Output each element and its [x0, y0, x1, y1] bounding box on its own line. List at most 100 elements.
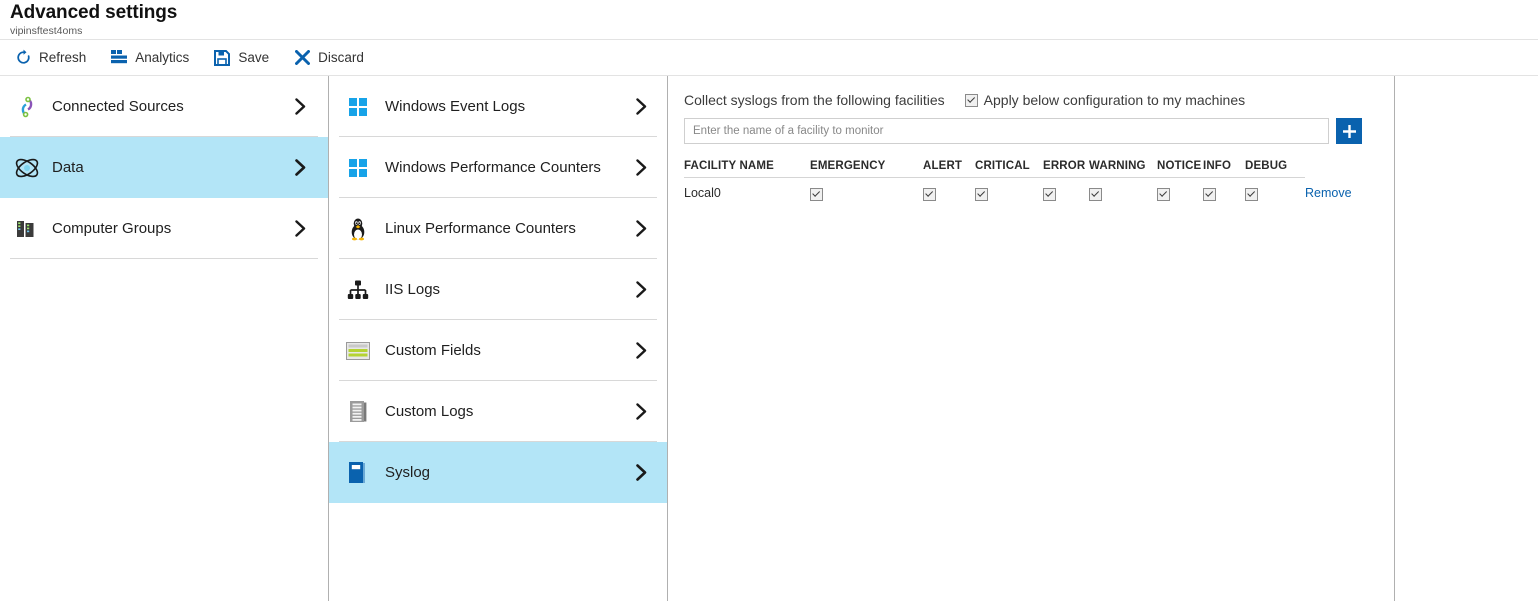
sidebar-item-label: Computer Groups: [52, 220, 295, 237]
chevron-right-icon: [295, 159, 306, 176]
level-cell-alert[interactable]: [923, 178, 975, 201]
facility-add-row: [684, 118, 1394, 144]
datasource-item-custom-fields[interactable]: Custom Fields: [329, 320, 667, 381]
sidebar-item-label: Connected Sources: [52, 98, 295, 115]
sidebar-item-computer-groups[interactable]: Computer Groups: [0, 198, 328, 259]
datasource-item-syslog[interactable]: Syslog: [329, 442, 667, 503]
datasource-item-label: Windows Event Logs: [385, 98, 636, 115]
sidebar-item-label: Data: [52, 159, 295, 176]
workspace-subtitle: vipinsftest4oms: [10, 25, 1538, 38]
level-cell-debug[interactable]: [1245, 178, 1305, 201]
analytics-label: Analytics: [135, 50, 189, 65]
datasource-item-linux-performance-counters[interactable]: Linux Performance Counters: [329, 198, 667, 259]
datasource-item-label: Syslog: [385, 464, 636, 481]
facility-name-cell: Local0: [684, 178, 810, 201]
analytics-button[interactable]: Analytics: [110, 44, 189, 72]
save-icon: [213, 49, 231, 67]
level-cell-warning[interactable]: [1089, 178, 1157, 201]
chevron-right-icon: [636, 98, 647, 115]
checkbox-icon[interactable]: [1043, 188, 1056, 201]
discard-icon: [293, 49, 311, 67]
level-cell-notice[interactable]: [1157, 178, 1203, 201]
column-header-actions: [1305, 160, 1384, 178]
datasource-item-windows-event-logs[interactable]: Windows Event Logs: [329, 76, 667, 137]
custom-logs-icon: [345, 399, 371, 425]
checkbox-icon[interactable]: [1157, 188, 1170, 201]
table-header-row: FACILITY NAME EMERGENCY ALERT CRITICAL E…: [684, 160, 1384, 178]
refresh-button[interactable]: Refresh: [14, 44, 86, 72]
checkbox-icon[interactable]: [965, 94, 978, 107]
sitemap-icon: [345, 277, 371, 303]
datasource-list: Windows Event Logs Windows Performance C…: [328, 76, 668, 601]
discard-label: Discard: [318, 50, 364, 65]
level-cell-critical[interactable]: [975, 178, 1043, 201]
computer-groups-icon: [14, 216, 40, 242]
custom-fields-icon: [345, 338, 371, 364]
discard-button[interactable]: Discard: [293, 44, 364, 72]
checkbox-icon[interactable]: [975, 188, 988, 201]
save-button[interactable]: Save: [213, 44, 269, 72]
checkbox-icon[interactable]: [1203, 188, 1216, 201]
level-cell-error[interactable]: [1043, 178, 1089, 201]
checkbox-icon[interactable]: [923, 188, 936, 201]
checkbox-icon[interactable]: [1089, 188, 1102, 201]
datasource-item-windows-performance-counters[interactable]: Windows Performance Counters: [329, 137, 667, 198]
chevron-right-icon: [636, 403, 647, 420]
chevron-right-icon: [636, 342, 647, 359]
windows-logo-icon: [345, 155, 371, 181]
column-header-alert: ALERT: [923, 160, 975, 178]
syslog-book-icon: [345, 460, 371, 486]
level-cell-emergency[interactable]: [810, 178, 923, 201]
facilities-table: FACILITY NAME EMERGENCY ALERT CRITICAL E…: [684, 160, 1384, 201]
divider: [10, 258, 318, 259]
windows-logo-icon: [345, 94, 371, 120]
datasource-item-label: Windows Performance Counters: [385, 159, 636, 176]
refresh-label: Refresh: [39, 50, 86, 65]
column-header-notice: NOTICE: [1157, 160, 1203, 178]
chevron-right-icon: [636, 281, 647, 298]
save-label: Save: [238, 50, 269, 65]
panels-container: Connected Sources Data: [0, 76, 1538, 601]
refresh-icon: [14, 49, 32, 67]
column-header-facility-name: FACILITY NAME: [684, 160, 810, 178]
remove-cell: Remove: [1305, 178, 1384, 201]
command-bar: Refresh Analytics Save: [0, 40, 1538, 76]
datasource-item-label: Custom Logs: [385, 403, 636, 420]
page-title: Advanced settings: [10, 2, 1538, 24]
chevron-right-icon: [295, 98, 306, 115]
title-bar: Advanced settings vipinsftest4oms: [0, 0, 1538, 40]
datasource-item-iis-logs[interactable]: IIS Logs: [329, 259, 667, 320]
apply-config-label: Apply below configuration to my machines: [984, 92, 1245, 108]
level-cell-info[interactable]: [1203, 178, 1245, 201]
datasource-item-label: Custom Fields: [385, 342, 636, 359]
chevron-right-icon: [636, 464, 647, 481]
chevron-right-icon: [636, 159, 647, 176]
datasource-item-label: Linux Performance Counters: [385, 220, 636, 237]
datasource-item-label: IIS Logs: [385, 281, 636, 298]
column-header-emergency: EMERGENCY: [810, 160, 923, 178]
remove-facility-link[interactable]: Remove: [1305, 186, 1352, 200]
chevron-right-icon: [636, 220, 647, 237]
datasource-item-custom-logs[interactable]: Custom Logs: [329, 381, 667, 442]
column-header-warning: WARNING: [1089, 160, 1157, 178]
column-header-info: INFO: [1203, 160, 1245, 178]
chevron-right-icon: [295, 220, 306, 237]
column-header-debug: DEBUG: [1245, 160, 1305, 178]
add-facility-button[interactable]: [1336, 118, 1362, 144]
linux-penguin-icon: [345, 216, 371, 242]
panel-right-filler: [1395, 76, 1538, 601]
apply-config-checkbox[interactable]: Apply below configuration to my machines: [965, 92, 1245, 108]
column-header-critical: CRITICAL: [975, 160, 1043, 178]
checkbox-icon[interactable]: [1245, 188, 1258, 201]
data-icon: [14, 155, 40, 181]
facility-name-input[interactable]: [684, 118, 1329, 144]
connected-sources-icon: [14, 94, 40, 120]
collect-syslogs-label: Collect syslogs from the following facil…: [684, 92, 945, 108]
analytics-icon: [110, 49, 128, 67]
checkbox-icon[interactable]: [810, 188, 823, 201]
syslog-detail-panel: Collect syslogs from the following facil…: [668, 76, 1395, 601]
sidebar-item-data[interactable]: Data: [0, 137, 328, 198]
settings-category-list: Connected Sources Data: [0, 76, 328, 601]
sidebar-item-connected-sources[interactable]: Connected Sources: [0, 76, 328, 137]
column-header-error: ERROR: [1043, 160, 1089, 178]
